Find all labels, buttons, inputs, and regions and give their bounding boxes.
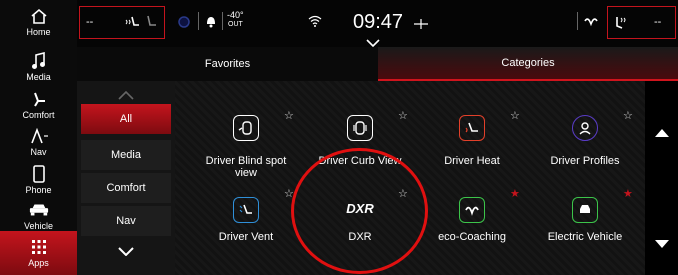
seat-vent-icon bbox=[144, 14, 158, 35]
category-media[interactable]: Media bbox=[81, 140, 171, 170]
star-filled-icon[interactable]: ★ bbox=[623, 187, 633, 200]
right-seat-control[interactable]: -- bbox=[607, 6, 676, 39]
scroll-up-icon[interactable] bbox=[655, 124, 669, 142]
star-filled-icon[interactable]: ★ bbox=[510, 187, 520, 200]
clock: 09:47 bbox=[353, 11, 404, 33]
seat-icon bbox=[29, 90, 49, 108]
star-icon[interactable]: ☆ bbox=[398, 109, 408, 122]
app-driver-blind-spot-view[interactable]: ☆ Driver Blind spot view bbox=[191, 99, 301, 189]
star-icon[interactable]: ☆ bbox=[623, 109, 633, 122]
heated-seat-icon bbox=[459, 115, 485, 141]
tab-categories[interactable]: Categories bbox=[378, 47, 678, 81]
wifi-icon bbox=[308, 14, 322, 32]
star-icon[interactable]: ☆ bbox=[284, 109, 294, 122]
nav-vehicle-label: Vehicle bbox=[23, 221, 54, 231]
divider-3 bbox=[577, 12, 578, 30]
divider-2 bbox=[222, 12, 223, 30]
app-driver-vent[interactable]: ☆ Driver Vent bbox=[191, 181, 301, 271]
category-all[interactable]: All bbox=[81, 104, 171, 134]
app-title: eco-Coaching bbox=[438, 231, 506, 243]
scrollbar[interactable] bbox=[645, 81, 678, 275]
category-media-label: Media bbox=[111, 149, 141, 161]
phone-icon bbox=[29, 165, 49, 183]
chevron-up-icon[interactable] bbox=[118, 87, 134, 105]
home-icon bbox=[29, 7, 49, 25]
ev-icon bbox=[572, 197, 598, 223]
app-title: Driver Vent bbox=[218, 231, 274, 243]
app-eco-coaching[interactable]: ★ eco-Coaching bbox=[417, 181, 527, 271]
nav-home-label: Home bbox=[26, 27, 51, 37]
left-seat-value: -- bbox=[86, 16, 94, 28]
profile-icon bbox=[572, 115, 598, 141]
music-note-icon bbox=[29, 52, 49, 70]
eco-leaf-status-icon bbox=[584, 14, 598, 32]
seat-heat-icon bbox=[124, 14, 140, 35]
car-icon bbox=[29, 201, 49, 219]
nav-apps[interactable]: Apps bbox=[0, 231, 77, 275]
category-all-label: All bbox=[119, 113, 133, 125]
nav-arrow-icon bbox=[29, 127, 49, 145]
left-seat-control[interactable]: -- bbox=[79, 6, 165, 39]
category-nav[interactable]: Nav bbox=[81, 206, 171, 236]
nav-apps-label: Apps bbox=[28, 258, 49, 268]
tab-favorites[interactable]: Favorites bbox=[77, 47, 378, 81]
curb-view-icon bbox=[347, 115, 373, 141]
nav-nav-label: Nav bbox=[30, 147, 47, 157]
app-title: Driver Heat bbox=[444, 155, 500, 167]
star-icon[interactable]: ☆ bbox=[510, 109, 520, 122]
vent-seat-icon bbox=[233, 197, 259, 223]
tab-bar: Favorites Categories bbox=[77, 47, 678, 81]
tab-favorites-label: Favorites bbox=[204, 58, 251, 70]
steering-heat-icon bbox=[178, 15, 190, 33]
app-driver-profiles[interactable]: ☆ Driver Profiles bbox=[530, 99, 640, 189]
apps-grid-icon bbox=[29, 238, 49, 256]
nav-media-label: Media bbox=[26, 72, 51, 82]
app-title: Driver Profiles bbox=[550, 155, 620, 167]
divider-1 bbox=[198, 12, 199, 30]
app-title: Driver Blind spot bbox=[205, 155, 287, 167]
outside-temp-value: -40° bbox=[227, 10, 244, 20]
chevron-down-icon[interactable] bbox=[118, 243, 134, 261]
app-electric-vehicle[interactable]: ★ Electric Vehicle bbox=[530, 181, 640, 271]
category-comfort[interactable]: Comfort bbox=[81, 173, 171, 203]
blind-spot-icon bbox=[233, 115, 259, 141]
bell-icon bbox=[205, 14, 217, 33]
status-bar: -- -40° OUT 09:47 -- bbox=[77, 0, 678, 48]
eco-leaf-icon bbox=[459, 197, 485, 223]
category-list: All Media Comfort Nav bbox=[77, 81, 175, 275]
app-title-line2: view bbox=[234, 167, 257, 179]
left-nav: Home Media Comfort Nav Phone Vehicle App… bbox=[0, 0, 77, 275]
nav-home[interactable]: Home bbox=[0, 0, 77, 44]
app-driver-heat[interactable]: ☆ Driver Heat bbox=[417, 99, 527, 189]
fan-icon bbox=[414, 16, 428, 34]
tab-categories-label: Categories bbox=[501, 57, 555, 69]
nav-comfort-label: Comfort bbox=[22, 110, 55, 120]
app-title: Electric Vehicle bbox=[547, 231, 623, 243]
highlight-circle bbox=[291, 148, 428, 274]
scroll-down-icon[interactable] bbox=[655, 235, 669, 253]
right-seat-value: -- bbox=[654, 16, 662, 28]
category-nav-label: Nav bbox=[116, 215, 136, 227]
steering-wheel-heat-icon bbox=[614, 14, 630, 35]
category-comfort-label: Comfort bbox=[106, 182, 146, 194]
outside-temp-label: OUT bbox=[228, 21, 243, 28]
